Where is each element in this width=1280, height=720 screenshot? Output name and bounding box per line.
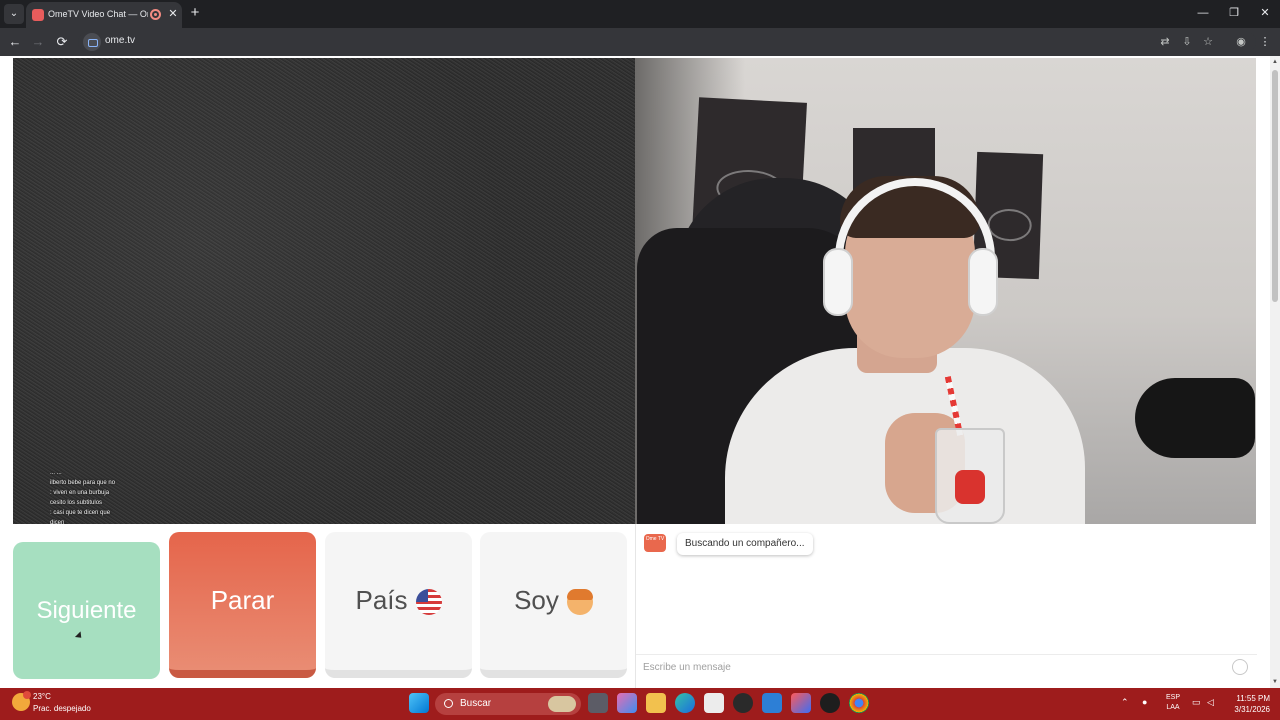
clock-date: 3/31/2026 — [1234, 705, 1270, 714]
boy-emoji-icon — [566, 589, 593, 616]
search-highlight-icon — [548, 696, 576, 712]
stop-button[interactable]: Parar — [169, 532, 316, 678]
language-indicator[interactable]: ESP LAA — [1162, 693, 1184, 713]
stream-chat-overlay: ... ... ilberto bebe para que no : viven… — [50, 468, 170, 524]
overlay-chat-line: : viven en una burbuja — [50, 490, 110, 496]
chrome-icon[interactable] — [849, 693, 869, 713]
emoji-icon[interactable] — [1232, 659, 1248, 675]
us-flag-icon — [415, 589, 442, 616]
network-icon[interactable]: ▭ — [1192, 697, 1201, 708]
tab-search-chevron-icon[interactable]: ⌄ — [4, 4, 24, 24]
country-button-label: País — [355, 585, 408, 615]
back-button[interactable]: ← — [6, 33, 24, 51]
tab-title: OmeTV Video Chat — OmeTV — [48, 9, 148, 19]
stop-button-label: Parar — [210, 585, 275, 615]
ometv-favicon-icon — [32, 9, 44, 21]
clock-time: 11:55 PM — [1236, 694, 1270, 703]
steam-icon[interactable] — [820, 693, 840, 713]
forward-button[interactable]: → — [29, 33, 47, 51]
system-clock[interactable]: 11:55 PM 3/31/2026 — [1222, 693, 1270, 715]
install-app-icon[interactable]: ⇩ — [1178, 33, 1196, 51]
address-url[interactable]: ome.tv — [105, 35, 135, 46]
message-input[interactable] — [643, 659, 1223, 675]
task-view-icon[interactable] — [588, 693, 608, 713]
search-label: Buscar — [460, 698, 492, 709]
reload-button[interactable]: ⟳ — [53, 33, 71, 51]
minimize-window-button[interactable]: — — [1188, 4, 1218, 22]
language-code: ESP — [1165, 694, 1180, 701]
self-camera-video — [635, 58, 1256, 524]
drink-cup — [935, 428, 1005, 524]
scrollbar-thumb[interactable] — [1272, 70, 1278, 302]
scroll-down-icon[interactable]: ▼ — [1271, 678, 1279, 686]
country-selector-button[interactable]: País — [325, 532, 472, 678]
weather-description[interactable]: Prac. despejado — [33, 704, 91, 713]
notification-badge — [23, 691, 31, 699]
page-scrollbar[interactable]: ▲ ▼ — [1270, 56, 1280, 688]
bookmark-star-icon[interactable]: ☆ — [1199, 33, 1217, 51]
recording-indicator-icon — [150, 9, 161, 20]
address-bar[interactable]: ome.tv ⇄ ⇩ ☆ ◉ ⋮ — [78, 31, 1271, 53]
translate-icon[interactable]: ⇄ — [1156, 33, 1174, 51]
mail-icon[interactable] — [762, 693, 782, 713]
edge-browser-icon[interactable] — [675, 693, 695, 713]
mouse-cursor-icon — [74, 631, 85, 641]
headphone-earcup — [968, 248, 998, 316]
overlay-chat-line: dicen — [50, 520, 65, 524]
overlay-chat-line: ... ... — [50, 470, 62, 476]
new-tab-button[interactable]: + — [186, 4, 204, 22]
overlay-chat-line: ilberto bebe para que no — [50, 480, 116, 486]
volume-icon[interactable]: ◁ — [1207, 697, 1214, 708]
partner-video: ... ... ilberto bebe para que no : viven… — [13, 58, 635, 524]
chat-input-bar — [636, 654, 1257, 678]
next-button-label: Siguiente — [36, 597, 137, 624]
show-hidden-icons-chevron-icon[interactable]: ⌃ — [1121, 697, 1129, 708]
cup-logo — [955, 470, 985, 504]
gender-button-label: Soy — [514, 585, 559, 615]
gender-selector-button[interactable]: Soy — [480, 532, 627, 678]
ometv-logo-icon: Ome TV — [644, 534, 666, 552]
alien-app-icon[interactable] — [733, 693, 753, 713]
taskbar-search[interactable]: Buscar — [435, 693, 581, 715]
overlay-chat-line: : casi que te dicen que — [50, 510, 111, 516]
search-icon — [444, 699, 453, 708]
windows-start-icon[interactable] — [409, 693, 429, 713]
microphone-tray-icon[interactable]: ● — [1142, 697, 1147, 707]
restore-window-button[interactable]: ❐ — [1219, 4, 1249, 22]
windows-taskbar: 23°C Prac. despejado Buscar ⌃ ● ESP LAA … — [0, 688, 1280, 720]
browser-toolbar: ← → ⟳ ome.tv ⇄ ⇩ ☆ ◉ ⋮ — [0, 28, 1280, 56]
browser-tab[interactable]: OmeTV Video Chat — OmeTV ✕ — [26, 2, 182, 28]
scroll-up-icon[interactable]: ▲ — [1271, 58, 1279, 66]
ometv-page: ... ... ilberto bebe para que no : viven… — [0, 56, 1270, 688]
microsoft-store-icon[interactable] — [704, 693, 724, 713]
next-button[interactable]: Siguiente — [13, 542, 160, 679]
weather-temperature[interactable]: 23°C — [33, 692, 51, 701]
chat-panel: Ome TV Buscando un compañero... — [635, 524, 1257, 688]
keyboard-layout: LAA — [1166, 704, 1180, 711]
close-window-button[interactable]: ✕ — [1250, 4, 1280, 22]
browser-tab-strip: ⌄ OmeTV Video Chat — OmeTV ✕ + — ❐ ✕ — [0, 0, 1280, 28]
overlay-chat-line: cesito los subtitulos — [50, 500, 103, 506]
copilot-icon[interactable] — [617, 693, 637, 713]
status-message: Buscando un compañero... — [677, 533, 813, 555]
close-tab-icon[interactable]: ✕ — [166, 7, 180, 21]
office-icon[interactable] — [791, 693, 811, 713]
browser-menu-icon[interactable]: ⋮ — [1256, 33, 1274, 51]
site-info-icon[interactable] — [83, 33, 101, 51]
microphone — [1135, 378, 1255, 458]
profile-icon[interactable]: ◉ — [1232, 33, 1250, 51]
file-explorer-icon[interactable] — [646, 693, 666, 713]
headphone-earcup — [823, 248, 853, 316]
